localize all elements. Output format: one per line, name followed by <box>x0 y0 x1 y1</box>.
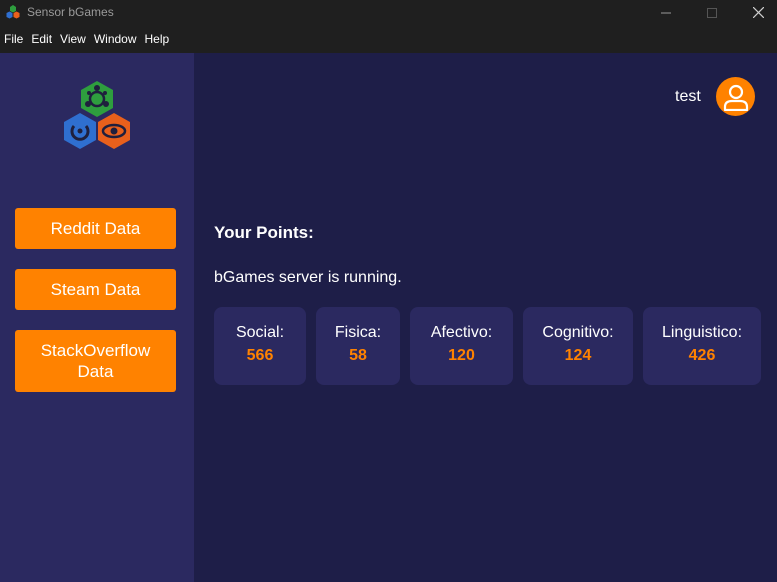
points-card-label: Afectivo: <box>430 324 493 341</box>
points-card-value: 58 <box>349 347 367 364</box>
maximize-button[interactable] <box>689 0 735 25</box>
menu-bar: File Edit View Window Help <box>0 25 777 53</box>
menu-edit[interactable]: Edit <box>27 25 56 53</box>
points-card-cognitivo: Cognitivo: 124 <box>523 307 633 385</box>
server-status: bGames server is running. <box>214 269 402 286</box>
points-card-value: 566 <box>246 347 274 364</box>
points-card-value: 124 <box>564 347 592 364</box>
points-title: Your Points: <box>214 223 314 242</box>
title-bar: Sensor bGames <box>0 0 777 25</box>
points-card-social: Social: 566 <box>214 307 306 385</box>
bgames-logo-icon <box>64 81 130 149</box>
bgames-logo-icon <box>6 5 20 19</box>
points-card-label: Cognitivo: <box>542 324 614 341</box>
main-content: test Your Points: bGames server is runni… <box>194 53 777 582</box>
stackoverflow-data-button[interactable]: StackOverflow Data <box>15 330 176 392</box>
reddit-data-button[interactable]: Reddit Data <box>15 208 176 249</box>
minimize-icon <box>661 12 671 13</box>
minimize-button[interactable] <box>643 0 689 25</box>
points-card-linguistico: Linguistico: 426 <box>643 307 761 385</box>
points-card-label: Linguistico: <box>661 324 743 341</box>
menu-view[interactable]: View <box>56 25 90 53</box>
maximize-icon <box>707 7 717 18</box>
points-card-fisica: Fisica: 58 <box>316 307 400 385</box>
close-icon <box>752 7 764 18</box>
points-card-afectivo: Afectivo: 120 <box>410 307 513 385</box>
menu-window[interactable]: Window <box>90 25 141 53</box>
user-avatar-button[interactable] <box>716 77 755 116</box>
menu-file[interactable]: File <box>0 25 27 53</box>
app-window: Sensor bGames File Edit View Window Help <box>0 0 777 582</box>
points-card-label: Fisica: <box>334 324 382 341</box>
window-title: Sensor bGames <box>27 5 114 19</box>
sidebar: Reddit Data Steam Data StackOverflow Dat… <box>0 53 194 582</box>
points-card-value: 120 <box>448 347 475 364</box>
close-button[interactable] <box>735 0 777 25</box>
steam-data-button[interactable]: Steam Data <box>15 269 176 310</box>
menu-help[interactable]: Help <box>141 25 174 53</box>
points-card-label: Social: <box>235 324 285 341</box>
username-label: test <box>675 88 701 105</box>
user-icon <box>723 84 748 111</box>
points-card-value: 426 <box>688 347 716 364</box>
